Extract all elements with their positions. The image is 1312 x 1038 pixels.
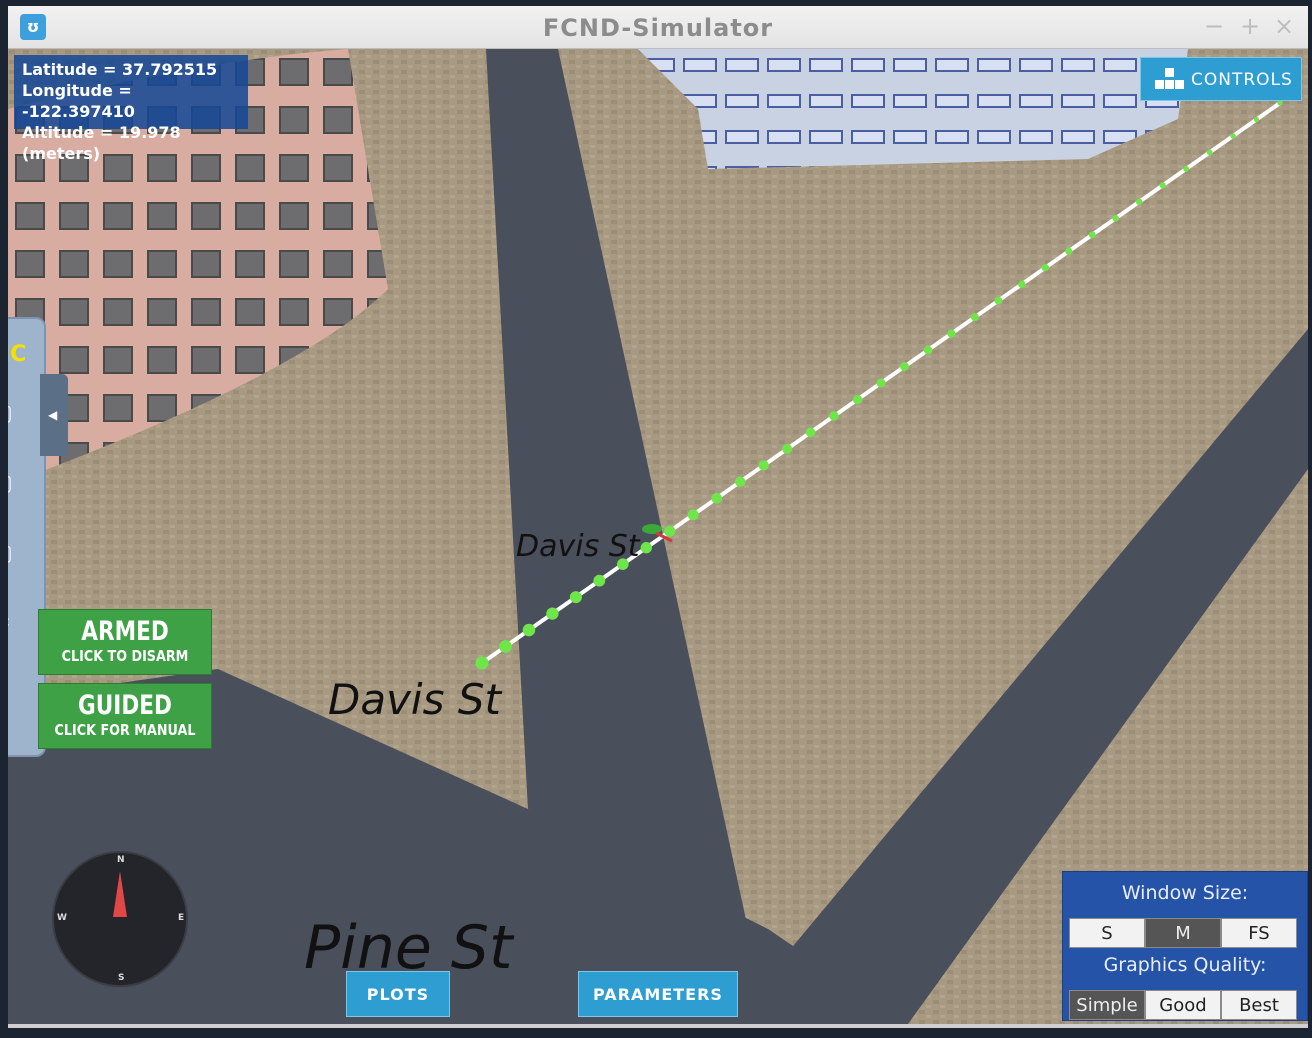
waypoint-marker — [687, 509, 699, 521]
side-tag: IC — [8, 342, 27, 367]
armed-title: ARMED — [81, 616, 169, 647]
controls-keys-icon — [1155, 68, 1184, 89]
waypoint-marker — [1018, 280, 1026, 288]
close-button[interactable]: × — [1274, 12, 1294, 40]
waypoint-marker — [1183, 165, 1190, 172]
waypoint-marker — [782, 443, 793, 454]
armed-button[interactable]: ARMED CLICK TO DISARM — [38, 609, 212, 675]
waypoint-marker — [1065, 247, 1073, 255]
minimize-button[interactable]: − — [1204, 12, 1224, 40]
waypoint-marker — [1088, 231, 1096, 239]
simulator-window: ʊ FCND-Simulator − + × Latitude = 37.792… — [8, 6, 1308, 1028]
waypoint-marker — [640, 542, 652, 554]
window-size-s[interactable]: S — [1069, 918, 1145, 948]
graphics-simple[interactable]: Simple — [1069, 990, 1145, 1020]
building-office — [638, 49, 1188, 169]
window-size-label: Window Size: — [1121, 882, 1249, 904]
guided-title: GUIDED — [78, 690, 172, 721]
plots-button[interactable]: PLOTS — [346, 971, 450, 1017]
maximize-button[interactable]: + — [1240, 12, 1260, 40]
3d-viewport[interactable]: Latitude = 37.792515 Longitude = -122.39… — [8, 49, 1308, 1024]
waypoint-marker — [1135, 198, 1143, 206]
waypoint-marker — [758, 460, 769, 471]
window-size-fs[interactable]: FS — [1221, 918, 1297, 948]
street-label-davis-center: Davis St — [516, 529, 640, 564]
waypoint-marker — [1041, 264, 1049, 272]
camera-icon[interactable]: ▢ — [8, 401, 13, 426]
waypoint-marker — [923, 345, 933, 355]
waypoint-marker — [1112, 214, 1120, 222]
side-toolbar-toggle[interactable]: ◀ — [40, 374, 68, 456]
waypoint-marker — [546, 607, 559, 620]
waypoint-marker — [1230, 133, 1236, 139]
parameters-button[interactable]: PARAMETERS — [578, 971, 738, 1017]
waypoint-marker — [876, 378, 886, 388]
map-icon[interactable]: ▢ — [8, 471, 13, 496]
waypoint-marker — [900, 362, 909, 371]
waypoint-marker — [711, 492, 723, 504]
window-title: FCND-Simulator — [542, 14, 774, 42]
save-icon[interactable]: ▢ — [8, 541, 13, 566]
waypoint-marker — [664, 525, 676, 537]
settings-panel: Window Size: S M FS Graphics Quality: Si… — [1062, 871, 1308, 1021]
graphics-good[interactable]: Good — [1145, 990, 1221, 1020]
chevron-left-icon: ◀ — [48, 408, 58, 422]
guided-subtitle: CLICK FOR MANUAL — [54, 721, 196, 739]
armed-subtitle: CLICK TO DISARM — [61, 647, 189, 665]
waypoint-marker — [829, 411, 839, 421]
window-size-m[interactable]: M — [1145, 918, 1221, 948]
waypoint-marker — [734, 476, 746, 488]
waypoint-marker — [1277, 100, 1283, 106]
waypoint-marker — [1159, 182, 1166, 189]
waypoint-marker — [499, 640, 512, 653]
waypoint-marker — [475, 656, 489, 670]
controls-button[interactable]: CONTROLS — [1140, 57, 1302, 101]
waypoint-marker — [569, 591, 582, 604]
waypoint-marker — [852, 394, 863, 405]
waypoint-marker — [522, 623, 536, 637]
title-bar[interactable]: ʊ FCND-Simulator − + × — [8, 6, 1308, 49]
waypoint-marker — [994, 296, 1003, 305]
street-label-davis-left: Davis St — [328, 675, 501, 724]
compass-needle-icon — [113, 871, 127, 917]
graphics-quality-label: Graphics Quality: — [1103, 954, 1267, 976]
altitude-readout: Altitude = 19.978 (meters) — [22, 123, 181, 163]
compass: N S E W — [52, 851, 188, 987]
waypoint-marker — [805, 427, 816, 438]
waypoint-marker — [970, 313, 979, 322]
longitude-readout: Longitude = -122.397410 — [22, 81, 135, 121]
guided-button[interactable]: GUIDED CLICK FOR MANUAL — [38, 683, 212, 749]
gear-icon[interactable]: ✱ — [8, 611, 10, 636]
waypoint-marker — [593, 574, 606, 587]
waypoint-marker — [1206, 149, 1213, 156]
telemetry-panel: Latitude = 37.792515 Longitude = -122.39… — [14, 55, 248, 163]
waypoint-marker — [947, 329, 956, 338]
waypoint-marker — [1253, 116, 1260, 123]
controls-label: CONTROLS — [1191, 70, 1293, 90]
latitude-readout: Latitude = 37.792515 — [22, 60, 218, 79]
graphics-best[interactable]: Best — [1221, 990, 1297, 1020]
